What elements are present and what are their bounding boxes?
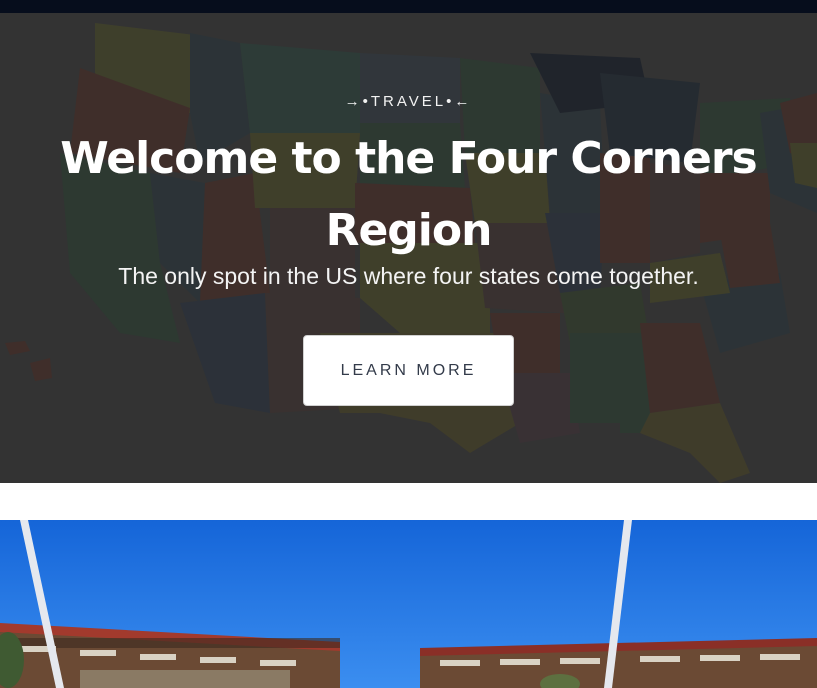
- monument-photo-image: [0, 520, 817, 688]
- learn-more-button[interactable]: LEARN MORE: [303, 335, 514, 406]
- hero-section: →•TRAVEL•← Welcome to the Four Corners R…: [0, 13, 817, 483]
- top-nav-bar: [0, 0, 817, 13]
- section-divider-space: [0, 483, 817, 520]
- hero-subheading: The only spot in the US where four state…: [118, 263, 699, 289]
- monument-photo: [0, 520, 817, 688]
- hero-headline: Welcome to the Four Corners Region: [60, 133, 757, 256]
- eyebrow-label: →•TRAVEL•←: [344, 93, 473, 110]
